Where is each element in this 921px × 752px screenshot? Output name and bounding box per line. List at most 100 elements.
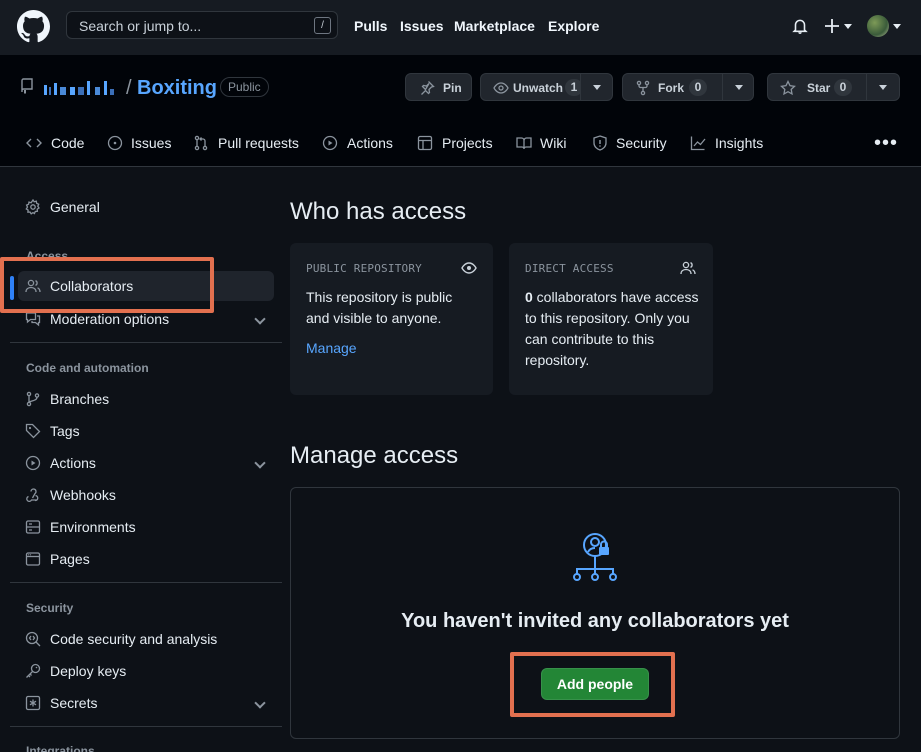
people-icon: [680, 261, 696, 275]
tab-wiki-label: Wiki: [540, 135, 567, 151]
unwatch-label: Unwatch: [513, 81, 564, 95]
webhook-icon: [26, 488, 39, 503]
repo-owner-redacted[interactable]: [40, 81, 120, 95]
unwatch-button[interactable]: Unwatch 1: [480, 73, 583, 101]
tab-insights[interactable]: Insights: [690, 133, 770, 153]
sidebar-group-security: Security: [26, 601, 74, 615]
server-icon: [25, 520, 41, 534]
branch-icon: [26, 391, 40, 407]
tab-pull-requests-label: Pull requests: [218, 135, 299, 151]
sidebar-item-actions-label: Actions: [50, 455, 96, 471]
avatar-caret-icon[interactable]: [893, 24, 901, 29]
who-has-access-heading: Who has access: [290, 198, 467, 225]
tab-code[interactable]: Code: [26, 133, 86, 153]
sidebar-group-code-automation: Code and automation: [26, 361, 149, 375]
actions-play-icon: [322, 135, 338, 151]
comment-discussion-icon: [25, 312, 41, 327]
repo-name-link[interactable]: Boxiting: [137, 77, 217, 100]
unwatch-dropdown-button[interactable]: [580, 73, 613, 101]
nav-pulls-link[interactable]: Pulls: [354, 18, 387, 34]
fork-label: Fork: [658, 81, 685, 95]
sidebar-item-code-security-label: Code security and analysis: [50, 631, 218, 647]
tab-security-label: Security: [616, 135, 667, 151]
search-input[interactable]: Search or jump to... /: [66, 11, 338, 39]
sidebar-item-code-security[interactable]: Code security and analysis: [18, 624, 274, 654]
star-button[interactable]: Star 0: [767, 73, 867, 101]
sidebar-item-pages[interactable]: Pages: [18, 544, 274, 574]
public-line-1: This repository is public: [306, 289, 453, 305]
pull-request-icon: [194, 135, 208, 151]
eye-icon: [461, 262, 477, 274]
manage-access-heading: Manage access: [290, 442, 459, 469]
sidebar-item-environments[interactable]: Environments: [18, 512, 274, 542]
tab-code-label: Code: [51, 135, 85, 151]
pin-button[interactable]: Pin: [405, 73, 472, 101]
sidebar-item-tags[interactable]: Tags: [18, 416, 274, 446]
sidebar-divider: [10, 342, 282, 343]
search-placeholder: Search or jump to...: [79, 18, 202, 34]
nav-marketplace-link[interactable]: Marketplace: [454, 18, 535, 34]
github-logo-icon[interactable]: [17, 10, 50, 43]
chevron-down-icon: [254, 697, 266, 709]
chevron-down-icon: [254, 457, 266, 469]
issue-icon: [107, 135, 123, 151]
browser-icon: [25, 552, 41, 566]
star-label: Star: [807, 81, 831, 95]
more-tabs-kebab-icon[interactable]: •••: [874, 133, 898, 153]
tab-security[interactable]: Security: [592, 133, 672, 153]
sidebar-item-general[interactable]: General: [18, 192, 274, 222]
pin-icon: [421, 81, 435, 95]
collaborators-highlight-box: [0, 257, 214, 313]
visibility-badge: Public: [220, 77, 269, 97]
create-new-plus-icon[interactable]: [823, 15, 853, 37]
sidebar-item-deploy-keys-label: Deploy keys: [50, 663, 127, 679]
shield-icon: [593, 135, 607, 151]
chevron-down-icon: [254, 313, 266, 325]
tab-issues-label: Issues: [131, 135, 172, 151]
sidebar-item-webhooks[interactable]: Webhooks: [18, 480, 274, 510]
collaborator-count: 0: [525, 289, 533, 305]
projects-table-icon: [417, 135, 433, 151]
search-shortcut-key: /: [314, 17, 331, 34]
direct-line-1: collaborators have access: [532, 289, 699, 305]
repo-icon: [21, 78, 33, 94]
fork-count: 0: [689, 79, 707, 96]
public-line-2: and visible to anyone.: [306, 310, 442, 326]
sidebar-divider: [10, 726, 282, 727]
insights-graph-icon: [690, 136, 706, 151]
pin-label: Pin: [443, 81, 462, 95]
sidebar-item-moderation-label: Moderation options: [50, 311, 170, 327]
sidebar-item-secrets[interactable]: Secrets: [18, 688, 274, 718]
code-icon: [26, 138, 42, 148]
sidebar-item-branches[interactable]: Branches: [18, 384, 274, 414]
notifications-bell-icon[interactable]: [791, 17, 809, 35]
direct-access-label: DIRECT ACCESS: [525, 262, 614, 275]
direct-line-2: to this repository. Only you: [525, 310, 690, 326]
sidebar-item-webhooks-label: Webhooks: [50, 487, 116, 503]
star-count: 0: [834, 79, 852, 96]
tab-pull-requests[interactable]: Pull requests: [193, 133, 303, 153]
sidebar-item-environments-label: Environments: [50, 519, 136, 535]
direct-access-description: 0 collaborators have access to this repo…: [525, 287, 699, 371]
user-avatar[interactable]: [867, 15, 889, 37]
nav-explore-link[interactable]: Explore: [548, 18, 599, 34]
global-header: Search or jump to... / Pulls Issues Mark…: [0, 0, 921, 55]
tab-projects-label: Projects: [442, 135, 493, 151]
sidebar-item-deploy-keys[interactable]: Deploy keys: [18, 656, 274, 686]
star-dropdown-button[interactable]: [866, 73, 900, 101]
tag-icon: [25, 423, 41, 439]
sidebar-divider: [10, 582, 282, 583]
empty-state-message: You haven't invited any collaborators ye…: [401, 610, 789, 632]
sidebar-item-secrets-label: Secrets: [50, 695, 98, 711]
collaborators-org-lock-icon: [573, 533, 617, 581]
manage-visibility-link[interactable]: Manage: [306, 340, 357, 356]
tab-actions[interactable]: Actions: [322, 133, 397, 153]
fork-button[interactable]: Fork 0: [622, 73, 723, 101]
gear-icon: [25, 199, 40, 215]
nav-issues-link[interactable]: Issues: [400, 18, 444, 34]
tab-projects[interactable]: Projects: [417, 133, 497, 153]
tab-issues[interactable]: Issues: [107, 133, 172, 153]
sidebar-item-actions[interactable]: Actions: [18, 448, 274, 478]
tab-wiki[interactable]: Wiki: [516, 133, 571, 153]
fork-dropdown-button[interactable]: [722, 73, 754, 101]
